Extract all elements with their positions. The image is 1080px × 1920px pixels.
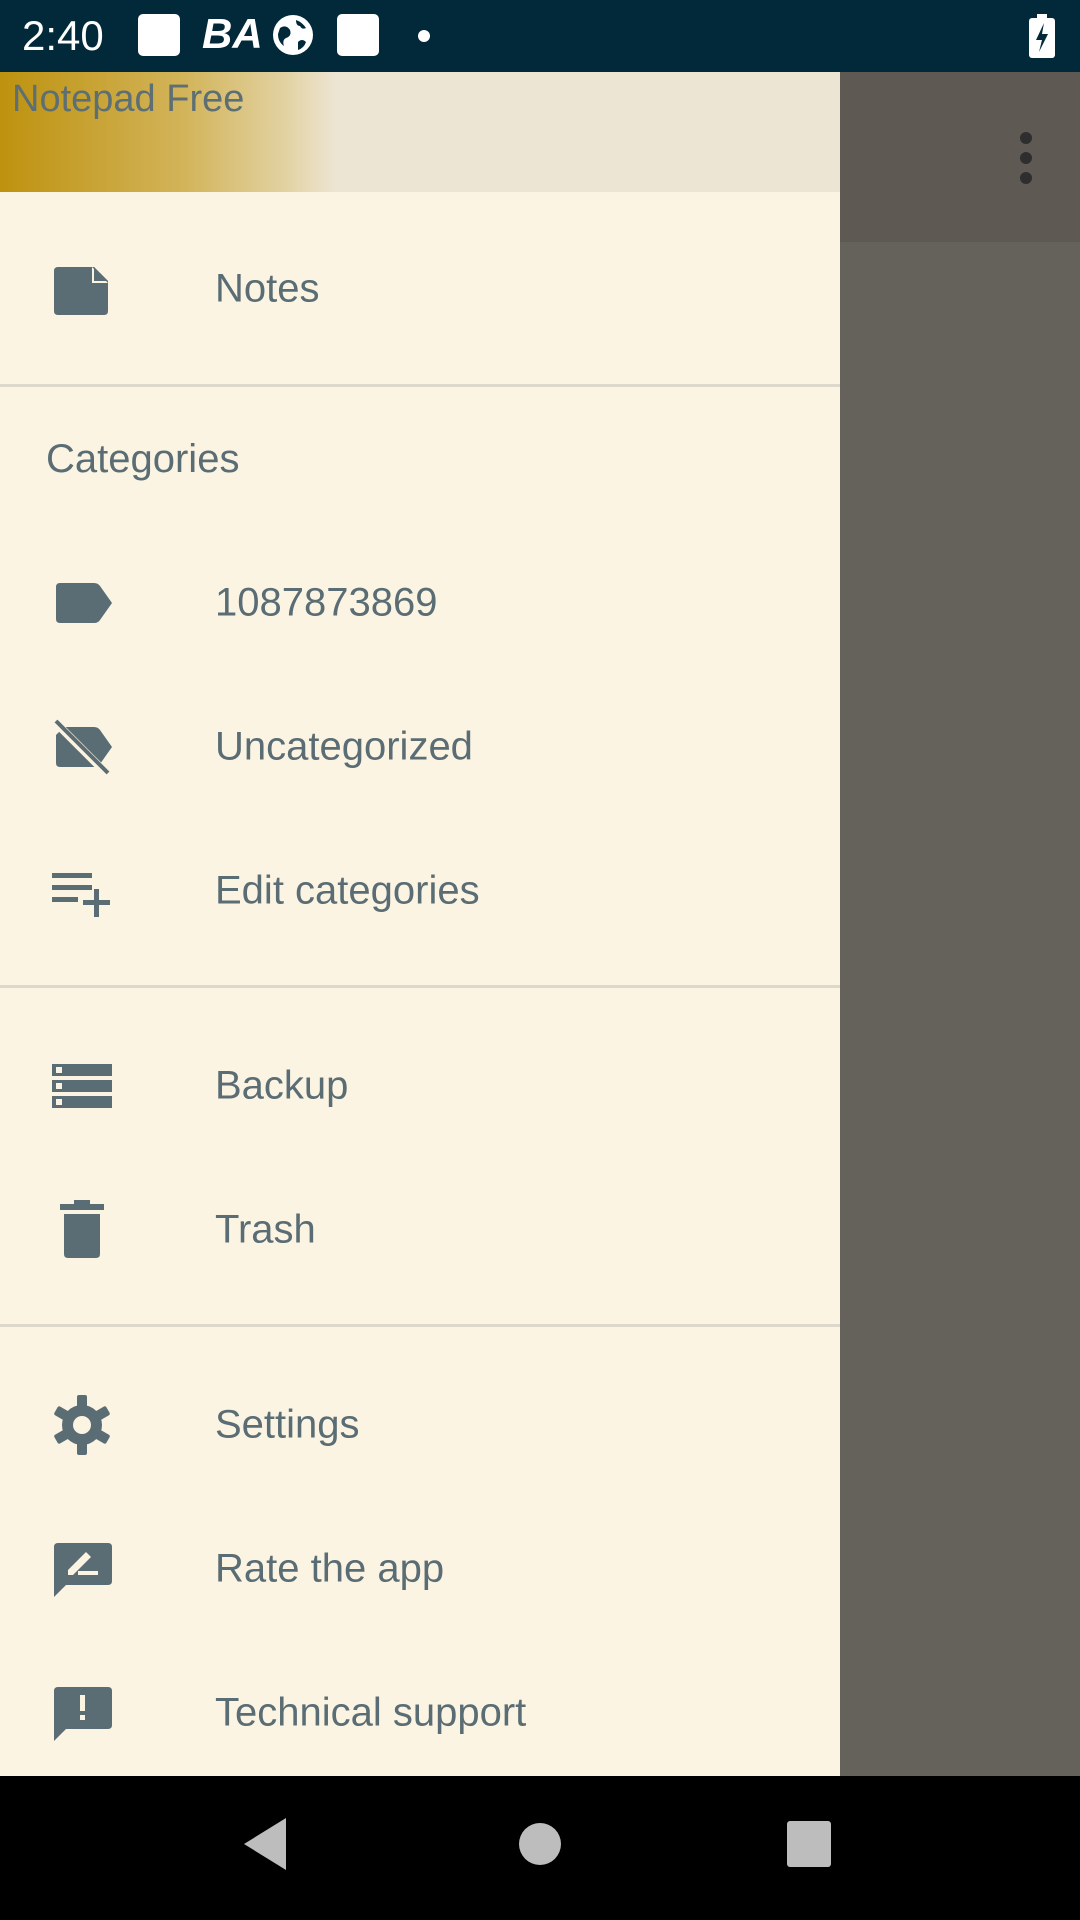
- notification-square-icon: [337, 14, 379, 56]
- drawer-item-label: Rate the app: [215, 1546, 445, 1591]
- system-nav-bar: [0, 1776, 1080, 1920]
- status-time: 2:40: [22, 12, 104, 59]
- drawer-item-label: Notes: [215, 266, 320, 311]
- drawer-item-label: Backup: [215, 1063, 349, 1108]
- divider: [0, 1324, 840, 1327]
- label-off-icon: [51, 718, 112, 778]
- divider: [0, 384, 840, 387]
- drawer-item-label: Uncategorized: [215, 724, 473, 769]
- more-vert-icon[interactable]: [1014, 130, 1038, 186]
- note-icon: [54, 267, 108, 315]
- globe-icon: [273, 15, 313, 55]
- label-icon: [56, 583, 112, 623]
- drawer-item-label: Trash: [215, 1207, 316, 1252]
- recents-icon[interactable]: [786, 1816, 832, 1872]
- navigation-drawer: Notepad Free Notes Categories 1087873869…: [0, 72, 840, 1776]
- drawer-item-edit-categories[interactable]: Edit categories: [0, 819, 840, 963]
- feedback-icon: [54, 1687, 112, 1741]
- back-icon[interactable]: [240, 1816, 290, 1872]
- drawer-item-settings[interactable]: Settings: [0, 1353, 840, 1497]
- battery-charging-icon: [1029, 14, 1055, 58]
- divider: [0, 985, 840, 988]
- storage-icon: [52, 1064, 112, 1108]
- drawer-item-label: Technical support: [215, 1690, 527, 1735]
- drawer-item-technical-support[interactable]: Technical support: [0, 1641, 840, 1776]
- status-bar: 2:40 BA: [0, 0, 1080, 72]
- drawer-item-notes[interactable]: Notes: [0, 217, 840, 361]
- playlist-add-icon: [52, 873, 110, 917]
- drawer-item-category[interactable]: 1087873869: [0, 531, 840, 675]
- drawer-item-backup[interactable]: Backup: [0, 1014, 840, 1158]
- dot-icon: [418, 30, 430, 42]
- categories-header: Categories: [46, 437, 240, 481]
- trash-icon: [60, 1200, 104, 1258]
- drawer-item-uncategorized[interactable]: Uncategorized: [0, 675, 840, 819]
- gear-icon: [54, 1395, 110, 1455]
- drawer-item-trash[interactable]: Trash: [0, 1158, 840, 1302]
- ba-icon: BA: [202, 10, 263, 57]
- rate-review-icon: [54, 1543, 112, 1597]
- drawer-item-label: 1087873869: [215, 580, 438, 625]
- drawer-item-label: Edit categories: [215, 868, 480, 913]
- app-title: Notepad Free: [12, 78, 245, 120]
- drawer-item-label: Settings: [215, 1402, 360, 1447]
- drawer-item-rate-app[interactable]: Rate the app: [0, 1497, 840, 1641]
- home-icon[interactable]: [518, 1816, 562, 1872]
- notification-square-icon: [138, 14, 180, 56]
- drawer-header: Notepad Free: [0, 72, 840, 192]
